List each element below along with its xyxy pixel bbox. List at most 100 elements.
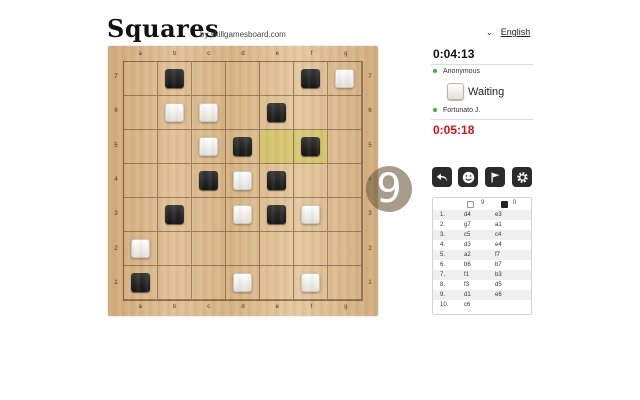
- black-piece[interactable]: [267, 205, 286, 224]
- emoji-button[interactable]: [458, 167, 478, 187]
- resign-button[interactable]: [485, 167, 505, 187]
- board-square-f1[interactable]: [294, 266, 328, 300]
- board-square-d6[interactable]: [226, 96, 260, 130]
- board-square-c2[interactable]: [192, 232, 226, 266]
- white-piece[interactable]: [301, 273, 320, 292]
- board-square-f5[interactable]: [294, 130, 328, 164]
- white-piece[interactable]: [199, 103, 218, 122]
- board-square-d5[interactable]: [226, 130, 260, 164]
- file-label-a: a: [138, 51, 142, 57]
- divider: [431, 64, 533, 65]
- move-list[interactable]: 9 0 1. d4 e3 2. g7 a1 3. c5 c4 4. d3 e4 5. a2 f7 6. b6 b7…: [432, 197, 532, 315]
- move-row: 1. d4 e3: [433, 210, 531, 220]
- black-move: e3: [495, 212, 502, 218]
- board-square-b7[interactable]: [158, 62, 192, 96]
- black-piece[interactable]: [165, 205, 184, 224]
- white-move: d1: [464, 292, 471, 298]
- black-piece[interactable]: [131, 273, 150, 292]
- board-square-d3[interactable]: [226, 198, 260, 232]
- board-square-d2[interactable]: [226, 232, 260, 266]
- black-move: e4: [495, 242, 502, 248]
- black-move: c4: [495, 232, 502, 238]
- black-piece[interactable]: [267, 171, 286, 190]
- board-square-e1[interactable]: [260, 266, 294, 300]
- white-piece[interactable]: [233, 273, 252, 292]
- board-square-d7[interactable]: [226, 62, 260, 96]
- player-top: Anonymous: [433, 68, 480, 75]
- board-square-e3[interactable]: [260, 198, 294, 232]
- black-piece[interactable]: [301, 137, 320, 156]
- board-square-g7[interactable]: [328, 62, 362, 96]
- board-square-f3[interactable]: [294, 198, 328, 232]
- black-piece[interactable]: [199, 171, 218, 190]
- board-square-f4[interactable]: [294, 164, 328, 198]
- board-square-e6[interactable]: [260, 96, 294, 130]
- file-label-b: b: [172, 51, 177, 57]
- board-square-b2[interactable]: [158, 232, 192, 266]
- board-square-a6[interactable]: [124, 96, 158, 130]
- black-piece[interactable]: [165, 69, 184, 88]
- board-square-g5[interactable]: [328, 130, 362, 164]
- board-square-c6[interactable]: [192, 96, 226, 130]
- board-square-a3[interactable]: [124, 198, 158, 232]
- board-square-c4[interactable]: [192, 164, 226, 198]
- white-piece[interactable]: [199, 137, 218, 156]
- board-square-f6[interactable]: [294, 96, 328, 130]
- move-number: 9.: [440, 292, 446, 298]
- board-square-d1[interactable]: [226, 266, 260, 300]
- board-square-a5[interactable]: [124, 130, 158, 164]
- board-grid: [123, 61, 363, 301]
- white-move: a2: [464, 252, 471, 258]
- file-label-b: b: [172, 304, 177, 310]
- rank-label-4: 4: [114, 177, 118, 183]
- move-number: 3.: [440, 232, 446, 238]
- rank-label-2: 2: [368, 245, 372, 252]
- board-square-c5[interactable]: [192, 130, 226, 164]
- board-square-b6[interactable]: [158, 96, 192, 130]
- move-row: 5. a2 f7: [433, 250, 531, 260]
- black-piece[interactable]: [233, 137, 252, 156]
- board-square-g4[interactable]: [328, 164, 362, 198]
- board-square-e5[interactable]: [260, 130, 294, 164]
- board-square-a2[interactable]: [124, 232, 158, 266]
- board-square-g3[interactable]: [328, 198, 362, 232]
- board-square-b4[interactable]: [158, 164, 192, 198]
- white-piece[interactable]: [165, 103, 184, 122]
- board-square-f2[interactable]: [294, 232, 328, 266]
- board-square-c3[interactable]: [192, 198, 226, 232]
- board-square-e7[interactable]: [260, 62, 294, 96]
- board-square-g6[interactable]: [328, 96, 362, 130]
- black-piece[interactable]: [301, 69, 320, 88]
- black-piece[interactable]: [267, 103, 286, 122]
- board-square-e2[interactable]: [260, 232, 294, 266]
- white-piece[interactable]: [335, 69, 354, 88]
- settings-button[interactable]: [512, 167, 532, 187]
- board-square-e4[interactable]: [260, 164, 294, 198]
- board-square-a1[interactable]: [124, 266, 158, 300]
- white-piece[interactable]: [301, 205, 320, 224]
- board-square-b5[interactable]: [158, 130, 192, 164]
- board-square-f7[interactable]: [294, 62, 328, 96]
- white-score-icon: [467, 201, 474, 208]
- white-piece[interactable]: [233, 205, 252, 224]
- white-piece[interactable]: [131, 239, 150, 258]
- move-row: 7. f1 b3: [433, 270, 531, 280]
- board-square-g2[interactable]: [328, 232, 362, 266]
- language-selector[interactable]: ⌄ English: [486, 27, 530, 37]
- move-number: 5.: [440, 252, 446, 258]
- board-square-b3[interactable]: [158, 198, 192, 232]
- board-square-c1[interactable]: [192, 266, 226, 300]
- white-score: 9: [481, 200, 485, 206]
- black-move: d5: [495, 282, 502, 288]
- board-square-a7[interactable]: [124, 62, 158, 96]
- white-move: g7: [464, 222, 471, 228]
- board-square-g1[interactable]: [328, 266, 362, 300]
- board-square-b1[interactable]: [158, 266, 192, 300]
- capture-count-overlay: 9: [366, 166, 412, 212]
- undo-button[interactable]: [432, 167, 452, 187]
- white-piece[interactable]: [233, 171, 252, 190]
- move-row: 2. g7 a1: [433, 220, 531, 230]
- board-square-a4[interactable]: [124, 164, 158, 198]
- board-square-d4[interactable]: [226, 164, 260, 198]
- board-square-c7[interactable]: [192, 62, 226, 96]
